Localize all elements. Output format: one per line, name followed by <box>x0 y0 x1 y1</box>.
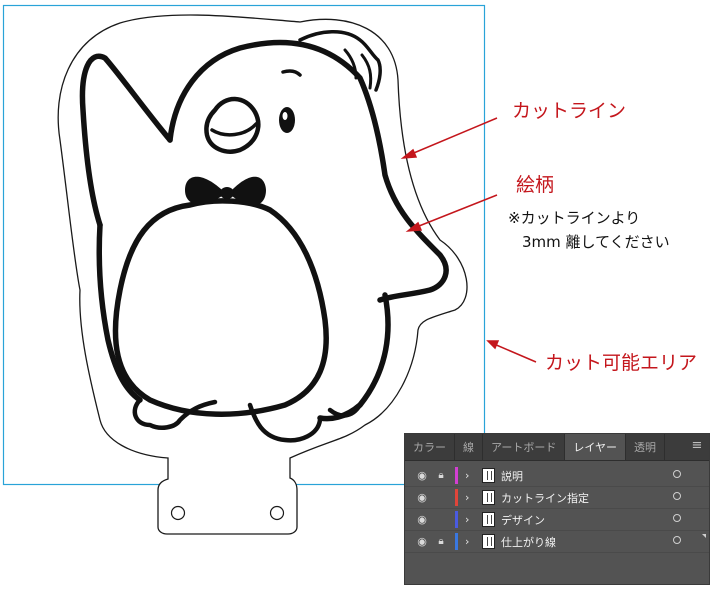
layer-thumbnail <box>482 512 495 527</box>
tab-stroke[interactable]: 線 <box>455 434 483 460</box>
layer-color-bar <box>455 489 458 506</box>
cut-line-label: カットライン <box>512 100 627 122</box>
layer-thumbnail <box>482 534 495 549</box>
eye-icon[interactable]: ◉ <box>415 469 429 482</box>
target-circle-icon[interactable] <box>673 492 681 500</box>
hamburger-menu-icon[interactable]: ≡ <box>691 439 703 453</box>
layer-row[interactable]: ◉ 🔒︎ › 説明 <box>405 465 709 487</box>
chevron-right-icon[interactable]: › <box>465 513 475 526</box>
chevron-right-icon[interactable]: › <box>465 469 475 482</box>
eye-icon[interactable]: ◉ <box>415 535 429 548</box>
eye-icon[interactable]: ◉ <box>415 491 429 504</box>
lock-icon[interactable]: 🔒︎ <box>435 536 447 547</box>
chevron-right-icon[interactable]: › <box>465 535 475 548</box>
cuttable-area-label: カット可能エリア <box>545 352 698 374</box>
layers-panel: カラー 線 アートボード レイヤー 透明 ≡ ◉ 🔒︎ › 説明 ◉ › カット… <box>404 433 710 585</box>
eye-icon[interactable]: ◉ <box>415 513 429 526</box>
design-label: 絵柄 <box>516 174 555 196</box>
lock-icon[interactable]: 🔒︎ <box>435 470 447 481</box>
target-circle-icon[interactable] <box>673 470 681 478</box>
penguin-eye <box>279 107 295 133</box>
layer-name[interactable]: カットライン指定 <box>501 490 589 506</box>
layer-row[interactable]: ◉ › デザイン <box>405 509 709 531</box>
tab-layers[interactable]: レイヤー <box>565 434 627 460</box>
selection-corner-icon <box>702 534 706 538</box>
layer-thumbnail <box>482 490 495 505</box>
layer-color-bar <box>455 511 458 528</box>
layer-row[interactable]: ◉ › カットライン指定 <box>405 487 709 509</box>
cut-line-arrow <box>408 117 498 156</box>
target-circle-icon[interactable] <box>673 536 681 544</box>
layer-name[interactable]: 説明 <box>501 468 523 484</box>
layer-color-bar <box>455 467 458 484</box>
layer-list: ◉ 🔒︎ › 説明 ◉ › カットライン指定 ◉ › デザイン ◉ 🔒︎ › 仕… <box>405 461 709 553</box>
layer-color-bar <box>455 533 458 550</box>
chevron-right-icon[interactable]: › <box>465 491 475 504</box>
cuttable-area-arrow <box>493 343 537 363</box>
layer-thumbnail <box>482 468 495 483</box>
tab-artboards[interactable]: アートボード <box>483 434 566 460</box>
tab-transparency[interactable]: 透明 <box>626 434 666 460</box>
layer-name[interactable]: デザイン <box>501 512 545 528</box>
layer-name[interactable]: 仕上がり線 <box>501 534 556 550</box>
panel-tab-bar: カラー 線 アートボード レイヤー 透明 ≡ <box>405 434 709 461</box>
note-line-1: ※カットラインより <box>508 209 641 227</box>
note-line-2: 3mm 離してください <box>522 233 670 251</box>
tab-color[interactable]: カラー <box>405 434 455 460</box>
target-circle-icon[interactable] <box>673 514 681 522</box>
layer-row[interactable]: ◉ 🔒︎ › 仕上がり線 <box>405 531 709 553</box>
